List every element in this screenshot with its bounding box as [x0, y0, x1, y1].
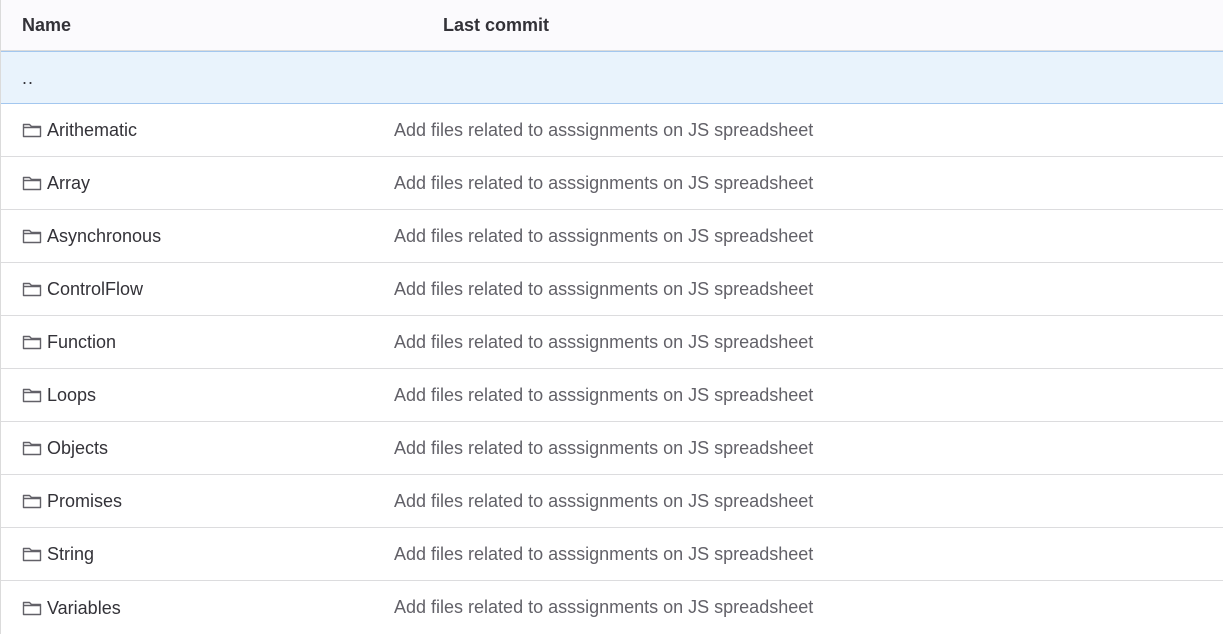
table-header: Name Last commit — [1, 0, 1223, 51]
file-name-link[interactable]: Function — [22, 332, 116, 352]
folder-icon — [22, 387, 42, 403]
folder-icon — [22, 281, 42, 297]
last-commit-link[interactable]: Add files related to asssignments on JS … — [394, 597, 813, 618]
file-name-label: Promises — [47, 491, 123, 511]
column-header-name: Name — [22, 14, 72, 35]
table-row: Loops Add files related to asssignments o… — [1, 369, 1223, 422]
column-header-last-commit: Last commit — [443, 14, 550, 35]
folder-icon — [22, 493, 42, 509]
file-name-link[interactable]: Arithematic — [22, 120, 137, 140]
table-row: Objects Add files related to asssignments… — [1, 422, 1223, 475]
file-name-label: Function — [47, 332, 117, 352]
file-name-link[interactable]: Promises — [22, 491, 122, 511]
folder-icon — [22, 228, 42, 244]
last-commit-link[interactable]: Add files related to asssignments on JS … — [394, 226, 813, 247]
file-name-label: Loops — [47, 385, 97, 405]
file-name-link[interactable]: String — [22, 544, 94, 564]
folder-icon — [22, 546, 42, 562]
last-commit-link[interactable]: Add files related to asssignments on JS … — [394, 438, 813, 459]
file-name-link[interactable]: Loops — [22, 385, 96, 405]
parent-directory-link[interactable]: .. — [22, 68, 34, 89]
file-name-label: String — [47, 544, 95, 564]
last-commit-link[interactable]: Add files related to asssignments on JS … — [394, 332, 813, 353]
table-row: Promises Add files related to asssignment… — [1, 475, 1223, 528]
table-row: Arithematic Add files related to asssignm… — [1, 104, 1223, 157]
table-row: ControlFlow Add files related to asssignm… — [1, 263, 1223, 316]
table-row: Function Add files related to asssignment… — [1, 316, 1223, 369]
file-name-link[interactable]: Array — [22, 173, 90, 193]
file-name-link[interactable]: Asynchronous — [22, 226, 161, 246]
table-row: Asynchronous Add files related to asssign… — [1, 210, 1223, 263]
table-row: String Add files related to asssignments … — [1, 528, 1223, 581]
file-name-label: Array — [47, 173, 91, 193]
folder-icon — [22, 600, 42, 616]
table-row: Array Add files related to asssignments o… — [1, 157, 1223, 210]
file-name-label: ControlFlow — [47, 279, 144, 299]
file-name-label: Asynchronous — [47, 226, 162, 246]
file-name-link[interactable]: Variables — [22, 598, 121, 618]
file-table: Name Last commit .. Arithematic Add files… — [0, 0, 1223, 634]
parent-directory-row[interactable]: .. — [1, 51, 1223, 104]
last-commit-link[interactable]: Add files related to asssignments on JS … — [394, 491, 813, 512]
folder-icon — [22, 334, 42, 350]
last-commit-link[interactable]: Add files related to asssignments on JS … — [394, 279, 813, 300]
file-name-label: Objects — [47, 438, 109, 458]
table-row: Variables Add files related to asssignmen… — [1, 581, 1223, 634]
last-commit-link[interactable]: Add files related to asssignments on JS … — [394, 385, 813, 406]
file-name-link[interactable]: ControlFlow — [22, 279, 143, 299]
file-name-label: Arithematic — [47, 120, 138, 140]
folder-icon — [22, 122, 42, 138]
file-name-label: Variables — [47, 597, 121, 618]
last-commit-link[interactable]: Add files related to asssignments on JS … — [394, 120, 813, 141]
file-list: Arithematic Add files related to asssignm… — [1, 104, 1223, 634]
last-commit-link[interactable]: Add files related to asssignments on JS … — [394, 544, 813, 565]
file-name-link[interactable]: Objects — [22, 438, 108, 458]
folder-icon — [22, 175, 42, 191]
last-commit-link[interactable]: Add files related to asssignments on JS … — [394, 173, 813, 194]
folder-icon — [22, 440, 42, 456]
